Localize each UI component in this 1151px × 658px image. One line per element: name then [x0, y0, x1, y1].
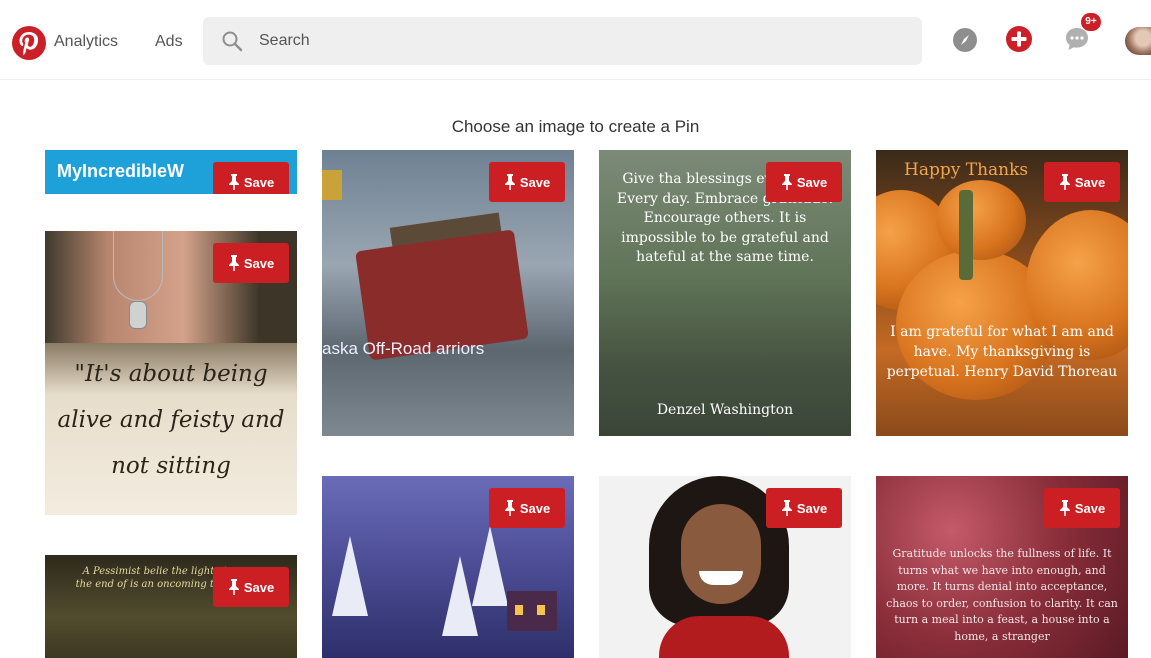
notifications-badge: 9+ [1081, 13, 1101, 31]
pin-image-text: Gratitude unlocks the fullness of life. … [886, 547, 1118, 643]
save-button[interactable]: Save [489, 488, 565, 528]
save-button-label: Save [796, 174, 828, 190]
save-button-label: Save [243, 255, 275, 271]
pin-image-option[interactable]: A Pessimist belie the light at the end o… [45, 555, 297, 658]
pushpin-icon [1059, 500, 1070, 516]
save-button-label: Save [519, 500, 551, 516]
save-button[interactable]: Save [766, 488, 842, 528]
save-button-label: Save [519, 174, 551, 190]
pin-image-text: "It's about being alive and feisty and n… [57, 361, 285, 479]
pushpin-icon [228, 174, 239, 190]
pin-image-option[interactable]: Happy Thanks I am grateful for what I am… [876, 150, 1128, 436]
snowy-tree [332, 536, 368, 616]
necklace-chain [113, 231, 163, 301]
pushpin-icon [504, 174, 515, 190]
portrait-red-dress [659, 616, 789, 658]
search-bar[interactable] [203, 17, 922, 65]
create-pin-plus-icon[interactable] [1005, 25, 1033, 53]
save-button[interactable]: Save [1044, 488, 1120, 528]
pin-image-text: aska Off-Road arriors [322, 339, 485, 358]
dog-tag [129, 301, 147, 329]
portrait-face [681, 504, 761, 604]
pin-image-option[interactable]: Save [322, 476, 574, 658]
pumpkin-stem [959, 190, 973, 280]
nav-analytics-link[interactable]: Analytics [54, 33, 118, 51]
search-input[interactable] [259, 17, 899, 65]
cabin-window [537, 605, 545, 615]
save-button[interactable]: Save [489, 162, 565, 202]
pushpin-icon [228, 579, 239, 595]
pushpin-icon [781, 500, 792, 516]
pinterest-logo-icon[interactable] [12, 26, 46, 60]
save-button[interactable]: Save [213, 243, 289, 283]
page-title: Choose an image to create a Pin [451, 117, 700, 136]
pumpkin [936, 180, 1026, 260]
save-button[interactable]: Save [213, 162, 289, 194]
pin-image-option[interactable]: Save [599, 476, 851, 658]
snowy-tree [472, 526, 508, 606]
pin-quote-author: Denzel Washington [656, 402, 794, 418]
pin-image-text: I am grateful for what I am and have. My… [886, 324, 1118, 380]
save-button-label: Save [1074, 174, 1106, 190]
pin-image-option[interactable]: "It's about being alive and feisty and n… [45, 231, 297, 515]
cabin [507, 591, 557, 631]
top-nav: Analytics Ads 9+ [0, 0, 1151, 80]
pushpin-icon [781, 174, 792, 190]
pin-image-option[interactable]: MyIncredibleW Save [45, 150, 297, 194]
user-avatar[interactable] [1125, 27, 1151, 55]
pin-image-option[interactable]: aska Off-Road arriors Save [322, 150, 574, 436]
save-button-label: Save [243, 579, 275, 595]
channel-logo [322, 170, 342, 200]
pushpin-icon [228, 255, 239, 271]
pin-image-option[interactable]: Gratitude unlocks the fullness of life. … [876, 476, 1128, 658]
cabin-window [515, 605, 523, 615]
save-button-label: Save [243, 174, 275, 190]
pin-image-option[interactable]: Give tha blessings every day. Every day.… [599, 150, 851, 436]
save-button[interactable]: Save [213, 567, 289, 607]
pushpin-icon [504, 500, 515, 516]
save-button[interactable]: Save [766, 162, 842, 202]
pin-image-text: A Pessimist belie the light at the end o… [75, 566, 235, 590]
explore-compass-icon[interactable] [951, 26, 979, 54]
pushpin-icon [1059, 174, 1070, 190]
nav-ads-link[interactable]: Ads [155, 33, 183, 51]
search-icon [222, 31, 243, 52]
save-button-label: Save [796, 500, 828, 516]
save-button-label: Save [1074, 500, 1106, 516]
pin-headline: Happy Thanks [904, 160, 1029, 180]
save-button[interactable]: Save [1044, 162, 1120, 202]
pin-image-text: MyIncredibleW [57, 161, 185, 181]
